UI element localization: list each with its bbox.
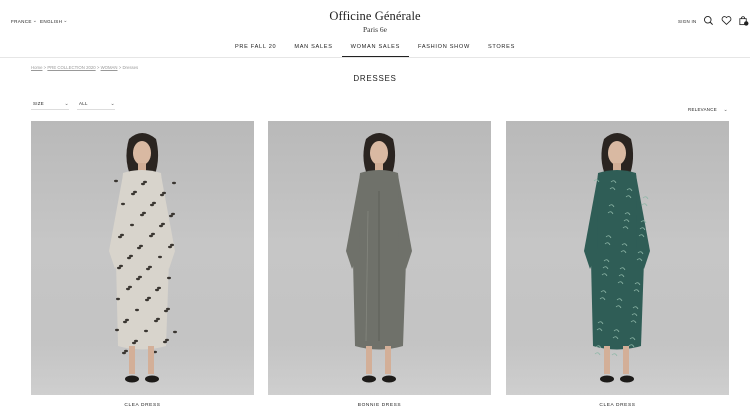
breadcrumb: Home > PRE COLLECTION 2020 > WOMAN > Dre… xyxy=(31,65,138,70)
sort-select[interactable]: RELEVANCE ⌄ xyxy=(688,107,728,115)
nav-item[interactable]: STORES xyxy=(479,43,524,57)
chevron-down-icon: ⌄ xyxy=(110,101,115,107)
page-title: DRESSES xyxy=(353,74,397,83)
size-filter[interactable]: SIZE ⌄ xyxy=(31,101,69,110)
product-card[interactable]: BONNIE DRESS xyxy=(268,121,491,408)
product-name[interactable]: BONNIE DRESS xyxy=(268,403,491,408)
shopping-bag-icon[interactable] xyxy=(738,15,749,26)
model-figure xyxy=(584,133,650,383)
category-filter[interactable]: ALL ⌄ xyxy=(77,101,115,110)
sort-label: RELEVANCE xyxy=(688,107,717,112)
chevron-down-icon: ⌄ xyxy=(723,107,728,113)
sign-in-link[interactable]: SIGN IN xyxy=(678,19,696,24)
search-icon[interactable] xyxy=(703,15,714,26)
nav-item[interactable]: WOMAN SALES xyxy=(341,43,410,57)
wishlist-heart-icon[interactable] xyxy=(721,15,732,26)
top-bar: FRANCE ⌄ ENGLISH ⌄ Officine Générale Par… xyxy=(0,0,750,40)
product-name[interactable]: CLEA DRESS xyxy=(506,403,729,408)
brand-subtitle: Paris 6e xyxy=(363,25,387,34)
size-filter-label: SIZE xyxy=(33,101,44,106)
breadcrumb-separator: > xyxy=(43,65,47,70)
product-card[interactable]: CLEA DRESS xyxy=(506,121,729,408)
category-filter-label: ALL xyxy=(79,101,88,106)
product-card[interactable]: CLEA DRESS xyxy=(31,121,254,408)
breadcrumb-separator: > xyxy=(118,65,122,70)
divider xyxy=(0,57,750,58)
breadcrumb-home[interactable]: Home xyxy=(31,65,42,70)
breadcrumb-collection[interactable]: PRE COLLECTION 2020 xyxy=(47,65,95,70)
breadcrumb-current: Dresses xyxy=(122,65,139,70)
nav-item[interactable]: MAN SALES xyxy=(285,43,341,57)
model-figure xyxy=(109,133,177,383)
product-image[interactable] xyxy=(506,121,729,395)
breadcrumb-separator: > xyxy=(96,65,100,70)
model-figure xyxy=(346,133,412,383)
main-navigation: PRE FALL 20 MAN SALES WOMAN SALES FASHION S… xyxy=(0,43,750,58)
product-name[interactable]: CLEA DRESS xyxy=(31,403,254,408)
nav-item[interactable]: PRE FALL 20 xyxy=(226,43,285,57)
chevron-down-icon: ⌄ xyxy=(64,101,69,107)
product-image[interactable] xyxy=(31,121,254,395)
product-image[interactable] xyxy=(268,121,491,395)
breadcrumb-woman[interactable]: WOMAN xyxy=(101,65,118,70)
brand-logo[interactable]: Officine Générale Paris 6e xyxy=(0,9,750,34)
nav-item[interactable]: FASHION SHOW xyxy=(409,43,479,57)
brand-name: Officine Générale xyxy=(329,9,421,23)
